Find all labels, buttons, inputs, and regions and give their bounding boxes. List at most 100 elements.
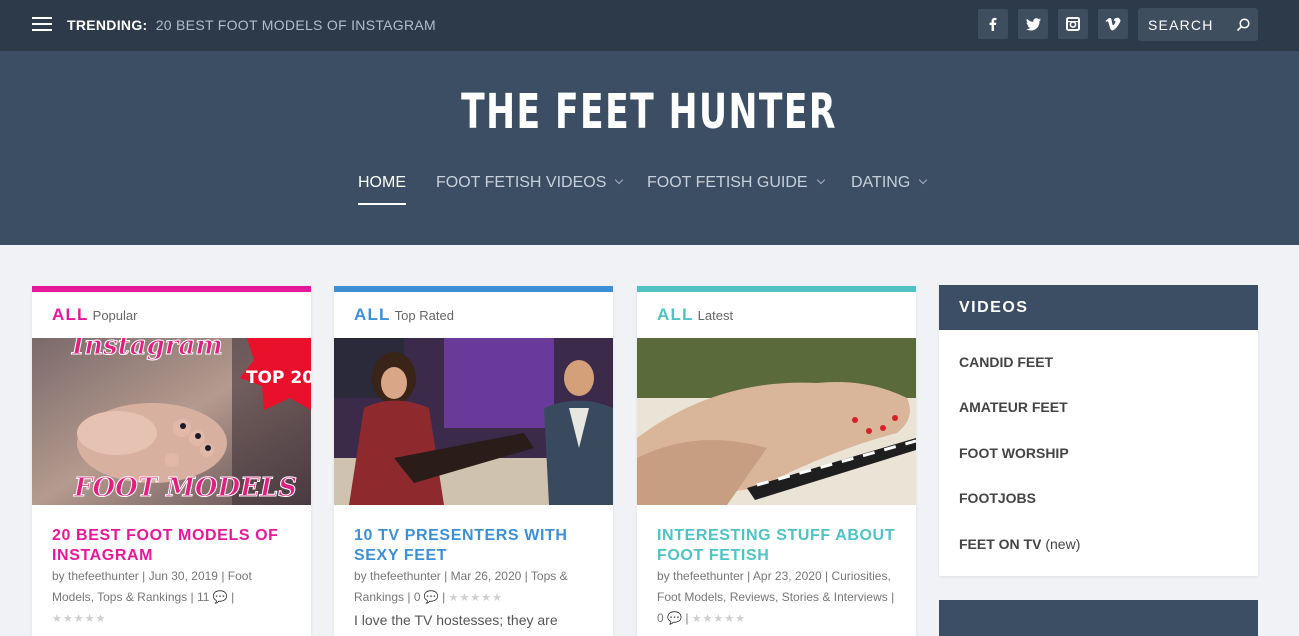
new-tag: (new) [1045, 536, 1081, 552]
card-tab-label[interactable]: Popular [93, 308, 138, 323]
meta-separator: | [747, 569, 751, 583]
post-thumbnail[interactable]: Instagram TOP 20 FOOT MODELS [32, 338, 311, 505]
post-meta: by thefeethunter | Apr 23, 2020 | Curios… [657, 566, 902, 630]
second-widget-header [939, 600, 1258, 636]
post-excerpt: I love the TV hostesses; they are [354, 612, 558, 628]
post-date: Mar 26, 2020 [450, 569, 522, 583]
videos-widget: VIDEOS CANDID FEET AMATEUR FEET FOOT WOR… [939, 285, 1258, 576]
main-nav: HOME FOOT FETISH VIDEOS FOOT FETISH GUID… [0, 173, 1299, 203]
card-tab-header: ALL Popular [52, 305, 137, 325]
post-comments[interactable]: 0 [414, 590, 421, 604]
card-accent-bar [637, 286, 916, 292]
facebook-button[interactable] [978, 9, 1008, 39]
widget-link-feet-on-tv[interactable]: FEET ON TV (new) [959, 536, 1080, 552]
comment-icon: 💬 [212, 590, 228, 604]
nav-dating-label: DATING [851, 174, 911, 191]
tv-presenters-image [334, 338, 613, 505]
rating-stars: ★★★★★ [448, 592, 503, 604]
post-author[interactable]: thefeethunter [370, 569, 441, 583]
chevron-down-icon [816, 175, 825, 185]
card-tab-label[interactable]: Top Rated [395, 308, 454, 323]
image-text-top: Instagram [71, 338, 223, 361]
instagram-icon [1066, 17, 1080, 31]
meta-separator: | [190, 590, 194, 604]
card-accent-bar [32, 286, 311, 292]
meta-separator: | [142, 569, 146, 583]
nav-guide-label: FOOT FETISH GUIDE [647, 174, 808, 191]
widget-link-footjobs[interactable]: FOOTJOBS [959, 490, 1036, 506]
facebook-icon [989, 17, 997, 31]
card-accent-bar [334, 286, 613, 292]
post-date: Jun 30, 2019 [148, 569, 218, 583]
meta-separator: | [407, 590, 411, 604]
menu-icon[interactable] [32, 17, 52, 33]
vimeo-button[interactable] [1098, 9, 1128, 39]
post-thumbnail[interactable] [334, 338, 613, 505]
image-text-bottom: FOOT MODELS [73, 473, 297, 503]
comment-icon: 💬 [667, 611, 682, 625]
meta-by: by [354, 569, 367, 583]
post-author[interactable]: thefeethunter [673, 569, 744, 583]
nav-home[interactable]: HOME [358, 173, 406, 193]
rating-stars: ★★★★★ [691, 613, 747, 625]
vimeo-icon [1105, 17, 1121, 31]
site-header: THE FEET HUNTER HOME FOOT FETISH VIDEOS … [0, 51, 1299, 245]
logo-text[interactable]: THE FEET HUNTER [462, 79, 838, 145]
post-card-popular: ALL Popular Instagram TOP 20 FOOT MODELS … [32, 286, 311, 636]
card-category[interactable]: ALL [354, 305, 391, 324]
post-comments[interactable]: 11 [197, 590, 209, 604]
nav-home-label: HOME [358, 174, 406, 191]
widget-link-amateur-feet[interactable]: AMATEUR FEET [959, 399, 1068, 415]
meta-separator: | [891, 590, 895, 604]
widget-link-label: FEET ON TV [959, 536, 1042, 552]
meta-separator: | [824, 569, 829, 583]
post-card-top-rated: ALL Top Rated 10 TV PRESENTERS WITH SEXY … [334, 286, 613, 636]
trending: TRENDING: 20 BEST FOOT MODELS OF INSTAGR… [67, 16, 436, 34]
top-bar: TRENDING: 20 BEST FOOT MODELS OF INSTAGR… [0, 0, 1299, 51]
meta-by: by [52, 569, 65, 583]
search-box [1138, 8, 1258, 41]
card-category[interactable]: ALL [52, 305, 89, 324]
chevron-down-icon [919, 175, 928, 185]
card-category[interactable]: ALL [657, 305, 694, 324]
search-icon[interactable] [1235, 17, 1251, 33]
post-title[interactable]: 20 BEST FOOT MODELS OF INSTAGRAM [52, 526, 297, 566]
widget-link-foot-worship[interactable]: FOOT WORSHIP [959, 445, 1069, 461]
meta-separator: | [442, 590, 446, 604]
post-meta: by thefeethunter | Mar 26, 2020 | Tops &… [354, 566, 599, 609]
post-date: Apr 23, 2020 [752, 569, 822, 583]
meta-separator: | [444, 569, 448, 583]
post-title[interactable]: INTERESTING STUFF ABOUT FOOT FETISH [657, 526, 902, 566]
instagram-button[interactable] [1058, 9, 1088, 39]
meta-by: by [657, 569, 670, 583]
active-nav-underline [358, 203, 406, 205]
twitter-icon [1025, 17, 1041, 30]
site-logo[interactable]: THE FEET HUNTER [0, 79, 1299, 145]
trending-label: TRENDING: [67, 17, 148, 33]
foot-fetish-image [637, 338, 916, 505]
card-tab-label[interactable]: Latest [698, 308, 733, 323]
meta-separator: | [221, 569, 225, 583]
meta-separator: | [524, 569, 528, 583]
post-card-latest: ALL Latest INTERESTING STUFF ABOUT FOOT F… [637, 286, 916, 636]
search-input[interactable] [1148, 8, 1234, 41]
foot-models-image: Instagram TOP 20 FOOT MODELS [32, 338, 311, 505]
widget-title: VIDEOS [939, 285, 1258, 330]
nav-foot-fetish-guide[interactable]: FOOT FETISH GUIDE [647, 173, 825, 193]
post-thumbnail[interactable] [637, 338, 916, 505]
nav-foot-fetish-videos[interactable]: FOOT FETISH VIDEOS [436, 173, 624, 193]
nav-dating[interactable]: DATING [851, 173, 928, 193]
twitter-button[interactable] [1018, 9, 1048, 39]
card-tab-header: ALL Latest [657, 305, 733, 325]
chevron-down-icon [615, 175, 624, 185]
image-text-badge: TOP 20 [246, 368, 311, 388]
widget-link-candid-feet[interactable]: CANDID FEET [959, 354, 1053, 370]
post-author[interactable]: thefeethunter [68, 569, 139, 583]
nav-videos-label: FOOT FETISH VIDEOS [436, 174, 607, 191]
trending-link[interactable]: 20 BEST FOOT MODELS OF INSTAGRAM [156, 17, 436, 33]
post-comments[interactable]: 0 [657, 611, 664, 625]
post-title[interactable]: 10 TV PRESENTERS WITH SEXY FEET [354, 526, 599, 566]
meta-separator: | [685, 611, 689, 625]
card-tab-header: ALL Top Rated [354, 305, 454, 325]
meta-separator: | [231, 590, 235, 604]
